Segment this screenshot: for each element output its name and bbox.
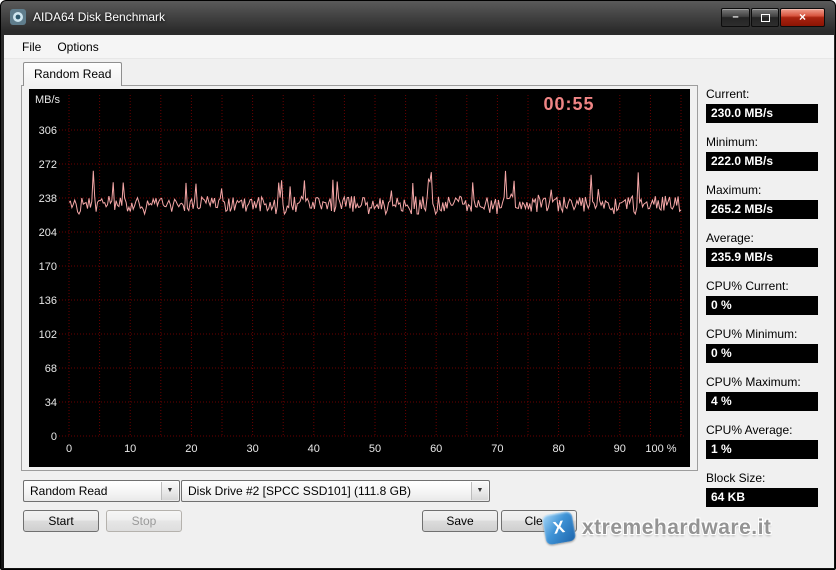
- svg-text:34: 34: [45, 397, 57, 409]
- svg-text:272: 272: [39, 159, 57, 171]
- stat-cpu-average: CPU% Average: 1 %: [706, 423, 818, 459]
- stat-value: 235.9 MB/s: [706, 248, 818, 267]
- stat-cpu-maximum: CPU% Maximum: 4 %: [706, 375, 818, 411]
- minimize-button[interactable]: –: [721, 8, 750, 27]
- drive-select[interactable]: Disk Drive #2 [SPCC SSD101] (111.8 GB) ▼: [181, 480, 490, 502]
- stop-button[interactable]: Stop: [106, 510, 182, 532]
- stat-block-size: Block Size: 64 KB: [706, 471, 818, 507]
- save-button[interactable]: Save: [422, 510, 498, 532]
- svg-text:30: 30: [246, 443, 258, 455]
- svg-text:50: 50: [369, 443, 381, 455]
- xtremehardware-logo-icon: X: [542, 511, 577, 546]
- drive-select-value: Disk Drive #2 [SPCC SSD101] (111.8 GB): [188, 484, 411, 498]
- stat-value: 4 %: [706, 392, 818, 411]
- svg-text:20: 20: [185, 443, 197, 455]
- stat-label: Block Size:: [706, 471, 818, 486]
- svg-text:40: 40: [308, 443, 320, 455]
- caption-buttons: – ×: [720, 8, 825, 27]
- stat-label: CPU% Minimum:: [706, 327, 818, 342]
- maximize-icon: [761, 14, 770, 22]
- stat-minimum: Minimum: 222.0 MB/s: [706, 135, 818, 171]
- stat-label: Average:: [706, 231, 818, 246]
- stat-label: CPU% Average:: [706, 423, 818, 438]
- stat-maximum: Maximum: 265.2 MB/s: [706, 183, 818, 219]
- stat-value: 265.2 MB/s: [706, 200, 818, 219]
- svg-text:90: 90: [614, 443, 626, 455]
- close-icon: ×: [799, 10, 806, 24]
- benchmark-chart: MB/s 306 272 238 204 170 136 102 68 34 00 10 20 30 40 5…: [29, 89, 690, 467]
- chart-canvas: MB/s 306 272 238 204 170 136 102 68 34 00 10 20 30 40 5…: [29, 89, 690, 467]
- app-window: AIDA64 Disk Benchmark – × File Options R…: [0, 0, 836, 570]
- stat-value: 1 %: [706, 440, 818, 459]
- close-button[interactable]: ×: [780, 8, 825, 27]
- stat-value: 230.0 MB/s: [706, 104, 818, 123]
- svg-text:68: 68: [45, 363, 57, 375]
- svg-text:60: 60: [430, 443, 442, 455]
- stat-label: CPU% Maximum:: [706, 375, 818, 390]
- chevron-down-icon: ▼: [161, 482, 178, 500]
- svg-text:102: 102: [39, 329, 57, 341]
- stats-panel: Current: 230.0 MB/s Minimum: 222.0 MB/s …: [706, 87, 818, 519]
- menu-item-options[interactable]: Options: [49, 37, 106, 57]
- svg-text:70: 70: [491, 443, 503, 455]
- stat-label: Current:: [706, 87, 818, 102]
- stat-value: 0 %: [706, 296, 818, 315]
- tab-page: MB/s 306 272 238 204 170 136 102 68 34 00 10 20 30 40 5…: [21, 85, 698, 471]
- minimize-icon: –: [732, 11, 738, 23]
- benchmark-type-value: Random Read: [30, 484, 107, 498]
- svg-text:0: 0: [51, 431, 57, 443]
- window-title: AIDA64 Disk Benchmark: [33, 10, 165, 24]
- watermark-text: xtremehardware.it: [582, 516, 771, 540]
- benchmark-type-select[interactable]: Random Read ▼: [23, 480, 180, 502]
- stat-label: Minimum:: [706, 135, 818, 150]
- stat-average: Average: 235.9 MB/s: [706, 231, 818, 267]
- svg-text:136: 136: [39, 295, 57, 307]
- menubar: File Options: [4, 35, 834, 59]
- stat-value: 64 KB: [706, 488, 818, 507]
- svg-text:80: 80: [552, 443, 564, 455]
- stat-current: Current: 230.0 MB/s: [706, 87, 818, 123]
- menu-item-file[interactable]: File: [14, 37, 49, 57]
- stat-label: CPU% Current:: [706, 279, 818, 294]
- maximize-button[interactable]: [751, 8, 779, 27]
- svg-text:10: 10: [124, 443, 136, 455]
- chevron-down-icon: ▼: [471, 482, 488, 500]
- tab-random-read[interactable]: Random Read: [23, 62, 122, 86]
- watermark: X xtremehardware.it: [544, 513, 771, 543]
- svg-text:100 %: 100 %: [645, 443, 676, 455]
- titlebar[interactable]: AIDA64 Disk Benchmark – ×: [1, 1, 835, 35]
- stat-cpu-minimum: CPU% Minimum: 0 %: [706, 327, 818, 363]
- svg-text:238: 238: [39, 193, 57, 205]
- svg-text:204: 204: [39, 227, 57, 239]
- window-body: File Options Random Read MB/s 306 272 238 20…: [4, 35, 834, 568]
- stat-cpu-current: CPU% Current: 0 %: [706, 279, 818, 315]
- app-icon: [10, 9, 26, 25]
- svg-text:306: 306: [39, 125, 57, 137]
- stat-value: 0 %: [706, 344, 818, 363]
- stat-label: Maximum:: [706, 183, 818, 198]
- elapsed-timer: 00:55: [524, 94, 614, 115]
- svg-text:MB/s: MB/s: [35, 94, 61, 106]
- start-button[interactable]: Start: [23, 510, 99, 532]
- svg-text:170: 170: [39, 261, 57, 273]
- svg-text:0: 0: [66, 443, 72, 455]
- stat-value: 222.0 MB/s: [706, 152, 818, 171]
